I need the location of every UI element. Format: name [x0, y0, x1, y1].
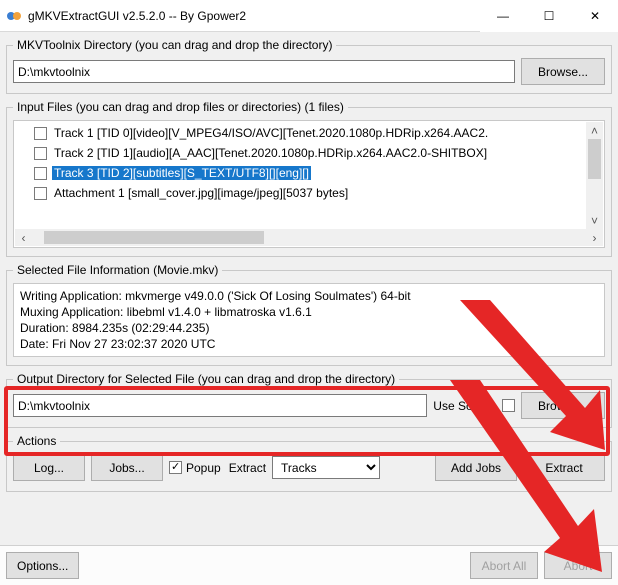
scroll-right-icon[interactable]: ›	[586, 231, 603, 245]
input-files-legend: Input Files (you can drag and drop files…	[13, 100, 348, 114]
input-horizontal-scrollbar[interactable]: ‹ ›	[15, 229, 603, 246]
scroll-down-icon[interactable]: ˅	[586, 212, 603, 229]
file-info-box: Writing Application: mkvmerge v49.0.0 ('…	[13, 283, 605, 357]
app-icon	[6, 8, 22, 24]
abort-all-button[interactable]: Abort All	[470, 552, 538, 579]
popup-label: Popup	[186, 461, 221, 475]
popup-checkbox[interactable]	[169, 461, 182, 474]
scroll-thumb[interactable]	[588, 139, 601, 179]
mkvtoolnix-group: MKVToolnix Directory (you can drag and d…	[6, 38, 612, 94]
input-vertical-scrollbar[interactable]: ˄ ˅	[586, 122, 603, 229]
track-checkbox[interactable]	[34, 187, 47, 200]
window-close-button[interactable]: ✕	[572, 0, 618, 32]
abort-button[interactable]: Abort	[544, 552, 612, 579]
input-files-group: Input Files (you can drag and drop files…	[6, 100, 612, 257]
track-item[interactable]: Attachment 1 [small_cover.jpg][image/jpe…	[34, 183, 604, 203]
extract-button[interactable]: Extract	[523, 454, 605, 481]
output-browse-button[interactable]: Browse...	[521, 392, 605, 419]
bottom-strip: Options... Abort All Abort	[0, 545, 618, 585]
file-info-line: Writing Application: mkvmerge v49.0.0 ('…	[20, 288, 598, 304]
file-info-line: Muxing Application: libebml v1.4.0 + lib…	[20, 304, 598, 320]
scroll-thumb[interactable]	[44, 231, 264, 244]
track-checkbox[interactable]	[34, 127, 47, 140]
window-minimize-button[interactable]: —	[480, 0, 526, 32]
track-item[interactable]: Track 2 [TID 1][audio][A_AAC][Tenet.2020…	[34, 143, 604, 163]
track-label: Track 1 [TID 0][video][V_MPEG4/ISO/AVC][…	[52, 126, 490, 140]
track-checkbox[interactable]	[34, 167, 47, 180]
file-info-line: Date: Fri Nov 27 23:02:37 2020 UTC	[20, 336, 598, 352]
titlebar: gMKVExtractGUI v2.5.2.0 -- By Gpower2 — …	[0, 0, 618, 32]
file-info-line: Duration: 8984.235s (02:29:44.235)	[20, 320, 598, 336]
track-item[interactable]: Track 1 [TID 0][video][V_MPEG4/ISO/AVC][…	[34, 123, 604, 143]
jobs-button[interactable]: Jobs...	[91, 454, 163, 481]
options-button[interactable]: Options...	[6, 552, 79, 579]
track-label: Attachment 1 [small_cover.jpg][image/jpe…	[52, 186, 350, 200]
track-checkbox[interactable]	[34, 147, 47, 160]
window-maximize-button[interactable]: ☐	[526, 0, 572, 32]
actions-legend: Actions	[13, 434, 60, 448]
mkvtoolnix-path-input[interactable]	[13, 60, 515, 83]
actions-group: Actions Log... Jobs... Popup Extract Tra…	[6, 434, 612, 492]
file-info-legend: Selected File Information (Movie.mkv)	[13, 263, 222, 277]
output-dir-group: Output Directory for Selected File (you …	[6, 372, 612, 428]
mkvtoolnix-legend: MKVToolnix Directory (you can drag and d…	[13, 38, 336, 52]
mkvtoolnix-browse-button[interactable]: Browse...	[521, 58, 605, 85]
window-title: gMKVExtractGUI v2.5.2.0 -- By Gpower2	[28, 9, 480, 23]
track-label: Track 2 [TID 1][audio][A_AAC][Tenet.2020…	[52, 146, 489, 160]
output-dir-legend: Output Directory for Selected File (you …	[13, 372, 399, 386]
track-label: Track 3 [TID 2][subtitles][S_TEXT/UTF8][…	[52, 166, 311, 180]
use-source-label: Use Source	[433, 399, 496, 413]
file-info-group: Selected File Information (Movie.mkv) Wr…	[6, 263, 612, 366]
log-button[interactable]: Log...	[13, 454, 85, 481]
add-jobs-button[interactable]: Add Jobs	[435, 454, 517, 481]
input-files-tree[interactable]: Track 1 [TID 0][video][V_MPEG4/ISO/AVC][…	[13, 120, 605, 248]
extract-mode-select[interactable]: Tracks	[272, 456, 380, 479]
extract-label: Extract	[229, 461, 266, 475]
scroll-left-icon[interactable]: ‹	[15, 231, 32, 245]
scroll-up-icon[interactable]: ˄	[586, 122, 603, 139]
track-item[interactable]: Track 3 [TID 2][subtitles][S_TEXT/UTF8][…	[34, 163, 604, 183]
output-dir-input[interactable]	[13, 394, 427, 417]
use-source-checkbox[interactable]	[502, 399, 515, 412]
